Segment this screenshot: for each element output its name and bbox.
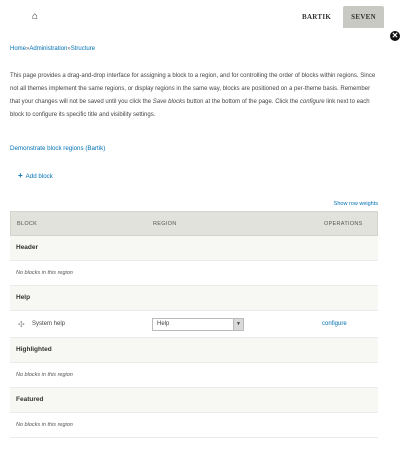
region-row-highlighted: Highlighted bbox=[10, 338, 378, 363]
region-row-help: Help bbox=[10, 286, 378, 311]
breadcrumb-structure[interactable]: Structure bbox=[71, 46, 95, 52]
home-icon[interactable]: ⌂ bbox=[32, 11, 38, 22]
region-row-header: Header bbox=[10, 236, 378, 261]
breadcrumb-administration[interactable]: Administration bbox=[29, 46, 67, 52]
chevron-down-icon: ▼ bbox=[233, 319, 243, 330]
theme-tabs: BARTIK SEVEN bbox=[294, 6, 384, 28]
breadcrumb: Home»Administration»Structure bbox=[10, 46, 96, 52]
column-header-block: BLOCK bbox=[17, 221, 38, 227]
column-header-region: REGION bbox=[153, 221, 177, 227]
close-icon[interactable]: ✕ bbox=[390, 31, 400, 41]
configure-link[interactable]: configure bbox=[322, 321, 347, 327]
tab-seven[interactable]: SEVEN bbox=[343, 6, 384, 28]
region-row-featured: Featured bbox=[10, 388, 378, 413]
blocks-table: BLOCK REGION OPERATIONS Header No blocks… bbox=[10, 211, 378, 438]
column-header-operations: OPERATIONS bbox=[324, 221, 363, 227]
tab-bartik[interactable]: BARTIK bbox=[294, 6, 339, 28]
demonstrate-regions-link[interactable]: Demonstrate block regions (Bartik) bbox=[10, 145, 105, 152]
table-row: ✣ System help Help ▼ configure bbox=[10, 311, 378, 338]
region-empty-message: No blocks in this region bbox=[10, 261, 378, 286]
plus-icon: + bbox=[18, 171, 23, 180]
show-row-weights-link[interactable]: Show row weights bbox=[334, 201, 378, 207]
region-empty-message: No blocks in this region bbox=[10, 363, 378, 388]
block-name: System help bbox=[32, 321, 66, 327]
drag-handle-icon[interactable]: ✣ bbox=[18, 320, 25, 329]
admin-page: ⌂ BARTIK SEVEN Home»Administration»Struc… bbox=[0, 0, 388, 462]
help-text: This page provides a drag-and-drop inter… bbox=[10, 73, 376, 118]
add-block-link[interactable]: + Add block bbox=[18, 171, 53, 180]
breadcrumb-home[interactable]: Home bbox=[10, 46, 26, 52]
table-header: BLOCK REGION OPERATIONS bbox=[10, 211, 378, 236]
region-select[interactable]: Help ▼ bbox=[152, 318, 244, 331]
top-bar: ⌂ BARTIK SEVEN bbox=[0, 0, 388, 38]
region-empty-message: No blocks in this region bbox=[10, 413, 378, 438]
